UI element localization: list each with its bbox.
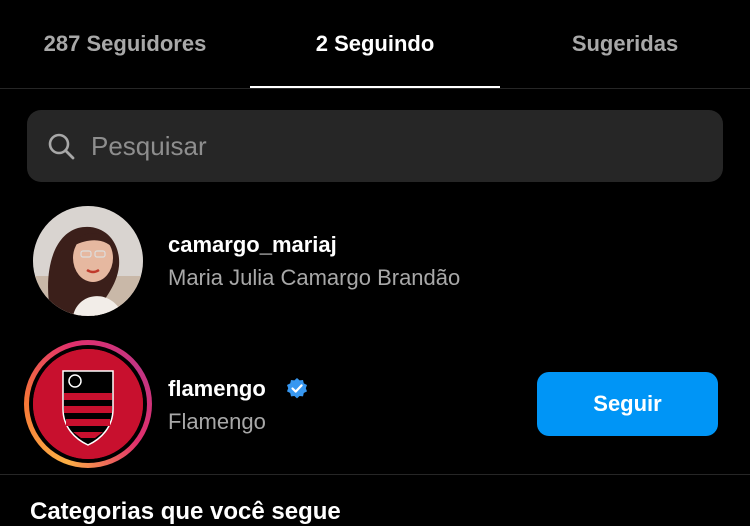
username[interactable]: flamengo — [168, 376, 266, 402]
avatar[interactable] — [33, 206, 143, 316]
tab-following[interactable]: 2 Seguindo — [250, 0, 500, 88]
list-item[interactable]: flamengo Flamengo Seguir — [0, 336, 750, 475]
full-name: Maria Julia Camargo Brandão — [168, 265, 461, 290]
section-heading: Categorias que você segue — [30, 498, 341, 525]
flamengo-crest-icon — [33, 349, 143, 459]
story-ring[interactable] — [24, 340, 152, 468]
full-name: Flamengo — [168, 409, 266, 434]
list-item[interactable]: camargo_mariaj Maria Julia Camargo Brand… — [0, 200, 750, 318]
follow-button[interactable]: Seguir — [537, 372, 718, 436]
tab-bar: 287 Seguidores 2 Seguindo Sugeridas — [0, 0, 750, 89]
search-input[interactable] — [91, 124, 691, 168]
search-bar[interactable] — [27, 110, 723, 182]
avatar[interactable] — [33, 349, 143, 459]
search-icon — [48, 133, 75, 160]
active-tab-indicator — [250, 86, 500, 88]
profile-photo — [33, 206, 143, 316]
username[interactable]: camargo_mariaj — [168, 232, 337, 258]
tab-followers[interactable]: 287 Seguidores — [0, 0, 250, 88]
tab-suggested[interactable]: Sugeridas — [500, 0, 750, 88]
verified-badge-icon — [287, 378, 307, 399]
